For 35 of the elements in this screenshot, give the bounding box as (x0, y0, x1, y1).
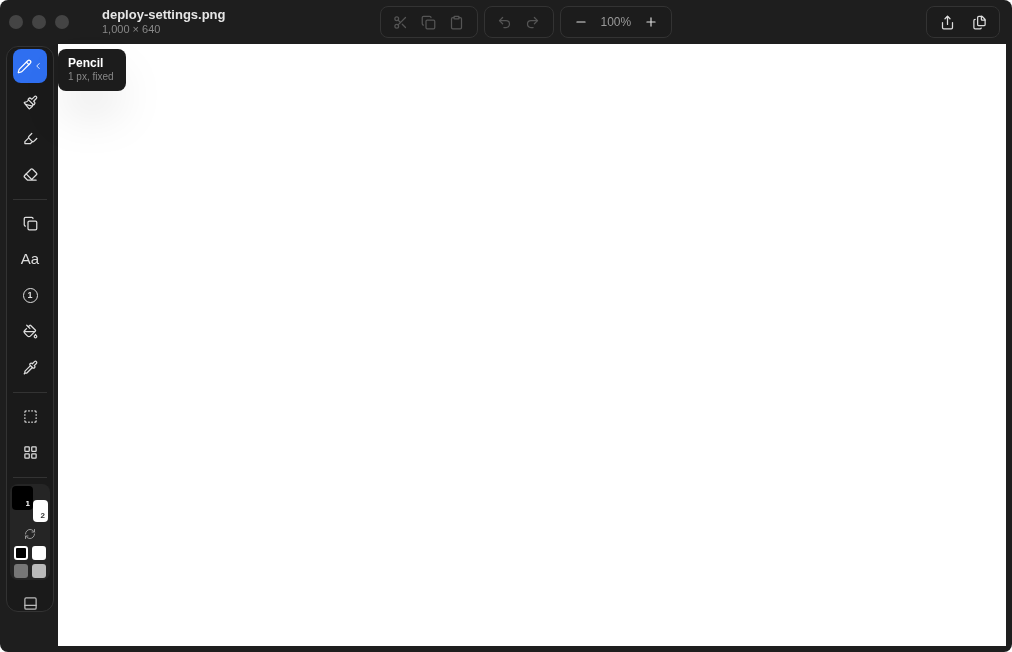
paint-bucket-icon (22, 323, 38, 339)
color-swatch[interactable] (32, 564, 46, 578)
counter-tool[interactable]: 1 (13, 278, 47, 312)
clipboard-icon (449, 14, 464, 30)
panel-toggle-button[interactable] (22, 596, 38, 611)
swap-colors-icon[interactable] (24, 528, 36, 540)
plus-icon (644, 15, 659, 29)
files-icon (971, 14, 987, 30)
tooltip-detail: 1 px, fixed (68, 71, 115, 84)
color-swatch[interactable] (14, 546, 28, 560)
copy-icon (421, 14, 436, 30)
image-dimensions: 1,000 × 640 (102, 23, 162, 37)
scissors-icon (393, 14, 408, 30)
grid-icon (22, 444, 38, 460)
brush-icon (22, 94, 38, 110)
redo-icon (525, 14, 540, 30)
panel-bottom-icon (22, 596, 38, 611)
pencil-icon (17, 58, 32, 74)
highlighter-icon (22, 130, 38, 146)
overlapping-squares-icon (22, 215, 38, 231)
tooltip-title: Pencil (68, 56, 105, 71)
eraser-icon (22, 166, 38, 182)
zoom-level: 100% (600, 14, 632, 31)
primary-color-swatch[interactable]: 1 (12, 486, 33, 510)
color-swatch[interactable] (14, 564, 28, 578)
chevron-icon (33, 61, 43, 71)
text-tool[interactable]: Aa (13, 242, 47, 276)
eyedropper-icon (22, 359, 38, 375)
undo-icon (497, 14, 512, 30)
dashed-rectangle-icon (22, 408, 38, 424)
color-swatch[interactable] (32, 546, 46, 560)
tool-button[interactable] (13, 49, 47, 83)
share-icon (939, 14, 955, 30)
secondary-color-swatch[interactable]: 2 (33, 500, 48, 522)
window-title: deploy-settings.png (102, 7, 226, 24)
